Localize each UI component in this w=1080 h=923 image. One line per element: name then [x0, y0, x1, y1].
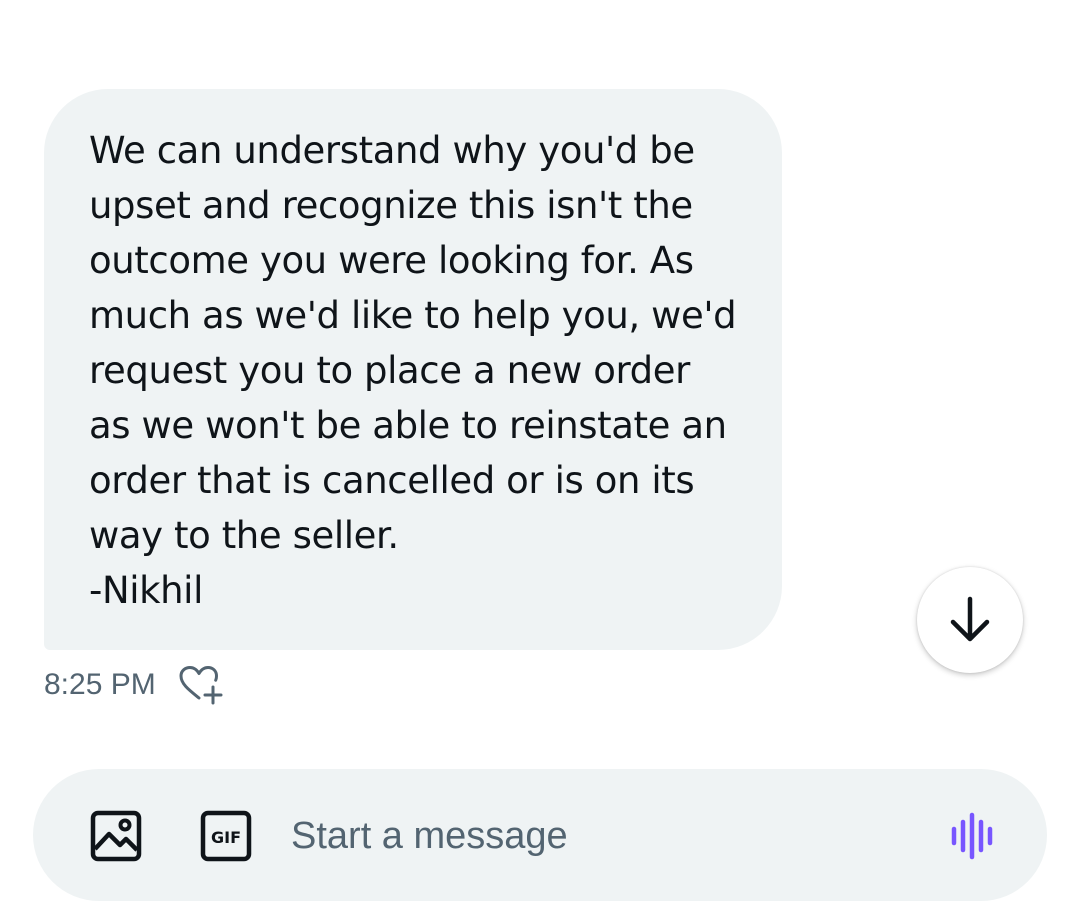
scroll-to-bottom-button[interactable]	[917, 567, 1023, 673]
arrow-down-icon	[950, 596, 990, 642]
message-text-line: outcome you were looking for. As	[89, 239, 694, 282]
add-media-button[interactable]	[89, 809, 143, 863]
message-text-line: request you to place a new order	[89, 349, 690, 392]
gif-label: GIF	[211, 828, 241, 847]
image-icon	[90, 810, 142, 862]
message-signature: -Nikhil	[89, 569, 203, 612]
message-text-line: upset and recognize this isn't the	[89, 184, 693, 227]
message-text-line: much as we'd like to help you, we'd	[89, 294, 737, 337]
record-voice-button[interactable]	[945, 809, 1005, 863]
voice-waveform-icon	[951, 812, 993, 860]
message-input[interactable]	[291, 805, 911, 867]
heart-plus-icon	[179, 666, 223, 705]
message-text-line: We can understand why you'd be	[89, 129, 695, 172]
message-text-line: way to the seller.	[89, 514, 399, 557]
message-text-line: order that is cancelled or is on its	[89, 459, 695, 502]
message-meta: 8:25 PM	[44, 662, 224, 708]
message-bubble[interactable]: We can understand why you'd be upset and…	[44, 89, 782, 650]
add-reaction-button[interactable]	[178, 662, 224, 708]
message-text-line: as we won't be able to reinstate an	[89, 404, 727, 447]
add-gif-button[interactable]: GIF	[199, 809, 253, 863]
message-composer: GIF	[33, 769, 1047, 901]
gif-icon: GIF	[200, 810, 252, 862]
message-timestamp: 8:25 PM	[44, 668, 156, 701]
